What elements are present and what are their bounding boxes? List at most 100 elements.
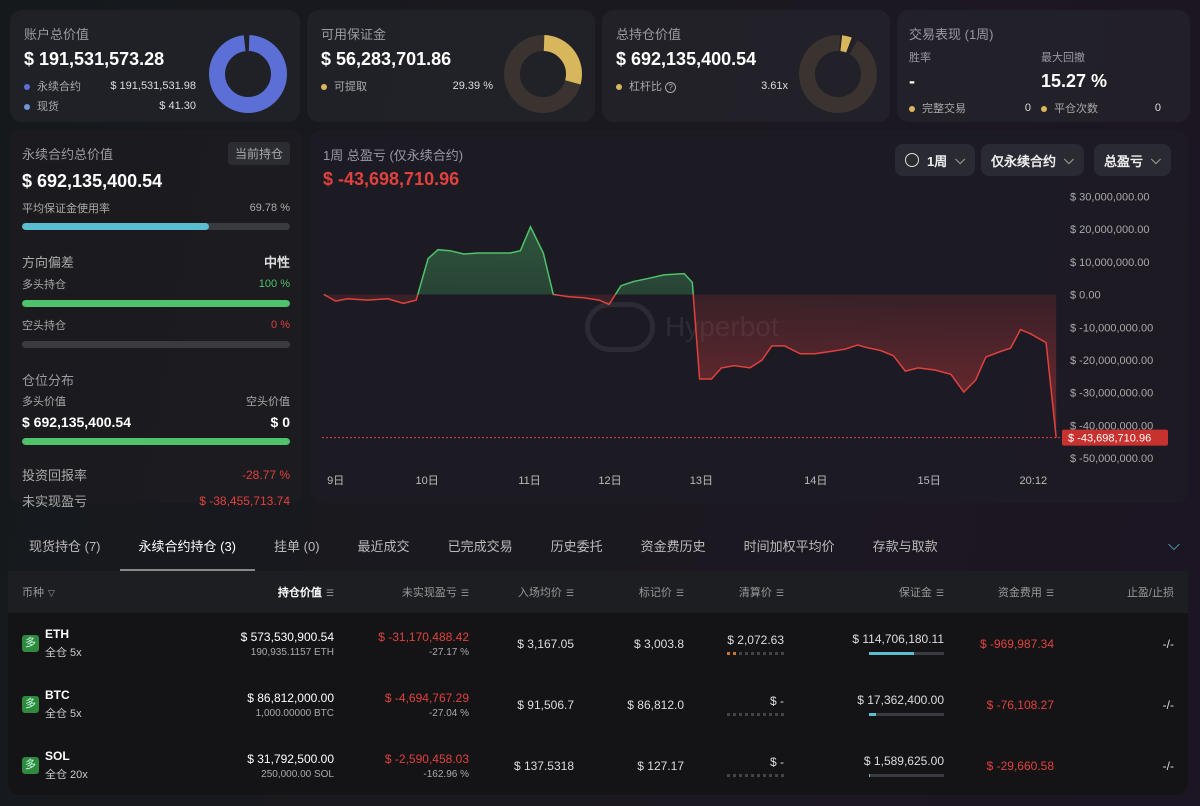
column-header[interactable]: 保证金 ☰ xyxy=(798,571,958,613)
mark-price: $ 3,003.8 xyxy=(633,636,684,651)
liquidation-risk-meter xyxy=(712,712,784,716)
entry-price: $ 3,167.05 xyxy=(517,636,574,651)
sort-icon[interactable]: ☰ xyxy=(326,588,334,598)
position-value: $ 86,812,000.00 xyxy=(247,690,334,705)
tab[interactable]: 永续合约持仓 (3) xyxy=(119,527,256,571)
coin-symbol[interactable]: ETH xyxy=(45,627,82,641)
header-label: 清算价 xyxy=(738,587,772,599)
sort-icon[interactable]: ☰ xyxy=(566,588,574,598)
position-size: 250,000.00 SOL xyxy=(261,768,334,780)
x-tick-label: 13日 xyxy=(690,475,713,487)
y-tick-label: $ 30,000,000.00 xyxy=(1070,191,1150,203)
sort-icon[interactable]: ☰ xyxy=(936,588,944,598)
margin-bar xyxy=(869,774,944,777)
margin-mode: 全仓 5x xyxy=(45,708,82,720)
tab[interactable]: 挂单 (0) xyxy=(255,527,339,571)
tp-sl[interactable]: -/- xyxy=(1068,613,1188,674)
tab[interactable]: 最近成交 xyxy=(339,527,429,571)
position-size: 1,000.00000 BTC xyxy=(255,707,334,719)
unrealized-pnl-pct: -27.17 % xyxy=(428,646,469,658)
header-label: 入场均价 xyxy=(517,587,562,599)
unrealized-pnl: $ -2,590,458.03 xyxy=(384,751,469,766)
coin-symbol[interactable]: SOL xyxy=(45,749,88,763)
column-header[interactable]: 资金费用 ☰ xyxy=(958,571,1068,613)
tp-sl[interactable]: -/- xyxy=(1068,674,1188,735)
unrealized-pnl-pct: -27.04 % xyxy=(428,707,469,719)
long-side-badge: 多 xyxy=(22,757,39,774)
header-label: 资金费用 xyxy=(997,587,1042,599)
margin-value: $ 114,706,180.11 xyxy=(852,632,944,646)
entry-price: $ 91,506.7 xyxy=(517,697,574,712)
column-header[interactable]: 持仓价值 ☰ xyxy=(208,571,348,613)
funding-fee: $ -29,660.58 xyxy=(986,758,1054,773)
unrealized-pnl: $ -31,170,488.42 xyxy=(378,629,469,644)
header-label: 止盈/止损 xyxy=(1126,587,1174,599)
table-row[interactable]: 多 BTC 全仓 5x $ 86,812,000.00 1,000.00000 BTC… xyxy=(8,674,1188,735)
y-tick-label: $ -20,000,000.00 xyxy=(1070,355,1153,367)
positions-tabs: 现货持仓 (7) 永续合约持仓 (3) 挂单 (0) 最近成交 已完成交易 历史委托 资金费… xyxy=(10,527,1188,571)
last-value-label: $ -43,698,710.96 xyxy=(1068,433,1151,445)
position-value: $ 31,792,500.00 xyxy=(247,751,334,766)
tab[interactable]: 时间加权平均价 xyxy=(725,527,854,571)
header-label: 持仓价值 xyxy=(277,587,322,599)
long-side-badge: 多 xyxy=(22,635,39,652)
entry-price: $ 137.5318 xyxy=(513,758,574,773)
unrealized-pnl-pct: -162.96 % xyxy=(423,768,469,780)
long-side-badge: 多 xyxy=(22,696,39,713)
tp-sl[interactable]: -/- xyxy=(1068,735,1188,795)
header-label: 币种 xyxy=(22,587,44,599)
column-header[interactable]: 未实现盈亏 ☰ xyxy=(348,571,483,613)
tab[interactable]: 已完成交易 xyxy=(429,527,532,571)
x-tick-label: 20:12 xyxy=(1020,475,1048,487)
liquidation-price: $ 2,072.63 xyxy=(727,632,784,647)
x-tick-label: 15日 xyxy=(917,475,940,487)
column-header[interactable]: 标记价 ☰ xyxy=(588,571,698,613)
margin-mode: 全仓 20x xyxy=(45,769,88,781)
sort-icon[interactable]: ☰ xyxy=(461,588,469,598)
liquidation-risk-meter xyxy=(712,651,784,655)
table-row[interactable]: 多 SOL 全仓 20x $ 31,792,500.00 250,000.00 SOL… xyxy=(8,735,1188,795)
header-label: 保证金 xyxy=(898,587,932,599)
coin-symbol[interactable]: BTC xyxy=(45,688,82,702)
x-tick-label: 14日 xyxy=(804,475,827,487)
x-tick-label: 9日 xyxy=(327,475,344,487)
column-header[interactable]: 币种 ▽ xyxy=(8,571,208,613)
y-tick-label: $ 0.00 xyxy=(1070,290,1101,302)
liquidation-risk-meter xyxy=(712,773,784,777)
column-header[interactable]: 清算价 ☰ xyxy=(698,571,798,613)
header-label: 未实现盈亏 xyxy=(401,587,457,599)
sort-icon[interactable]: ☰ xyxy=(676,588,684,598)
margin-bar xyxy=(869,713,944,716)
y-tick-label: $ 20,000,000.00 xyxy=(1070,224,1150,236)
position-size: 190,935.1157 ETH xyxy=(250,646,334,658)
table-row[interactable]: 多 ETH 全仓 5x $ 573,530,900.54 190,935.1157 E… xyxy=(8,613,1188,674)
tab[interactable]: 资金费历史 xyxy=(622,527,725,571)
column-header[interactable]: 入场均价 ☰ xyxy=(483,571,588,613)
funding-fee: $ -969,987.34 xyxy=(979,636,1054,651)
y-tick-label: $ -50,000,000.00 xyxy=(1070,453,1153,465)
tab[interactable]: 历史委托 xyxy=(532,527,622,571)
margin-value: $ 1,589,625.00 xyxy=(863,754,944,768)
mark-price: $ 86,812.0 xyxy=(627,697,684,712)
sort-icon[interactable]: ☰ xyxy=(1046,588,1054,598)
margin-bar xyxy=(869,652,944,655)
y-tick-label: $ -30,000,000.00 xyxy=(1070,388,1153,400)
unrealized-pnl: $ -4,694,767.29 xyxy=(384,690,469,705)
y-tick-label: $ -10,000,000.00 xyxy=(1070,322,1153,334)
position-value: $ 573,530,900.54 xyxy=(240,629,334,644)
liquidation-price: $ - xyxy=(769,754,784,769)
margin-mode: 全仓 5x xyxy=(45,647,82,659)
margin-value: $ 17,362,400.00 xyxy=(857,693,944,707)
tab[interactable]: 现货持仓 (7) xyxy=(10,527,120,571)
positions-table: 币种 ▽ 持仓价值 ☰ 未实现盈亏 ☰ 入场均价 ☰ 标记价 ☰ 清算价 ☰ 保证金 ☰ 资金费用 ☰ 止盈/止… xyxy=(8,571,1188,795)
x-tick-label: 10日 xyxy=(416,475,439,487)
header-label: 标记价 xyxy=(638,587,672,599)
column-header[interactable]: 止盈/止损 xyxy=(1068,571,1188,613)
funding-fee: $ -76,108.27 xyxy=(986,697,1054,712)
tab[interactable]: 存款与取款 xyxy=(854,527,957,571)
filter-icon[interactable]: ▽ xyxy=(48,588,55,598)
y-tick-label: $ 10,000,000.00 xyxy=(1070,257,1150,269)
x-tick-label: 12日 xyxy=(598,475,621,487)
sort-icon[interactable]: ☰ xyxy=(776,588,784,598)
collapse-chevron-icon[interactable]: ⌵ xyxy=(1168,537,1180,555)
